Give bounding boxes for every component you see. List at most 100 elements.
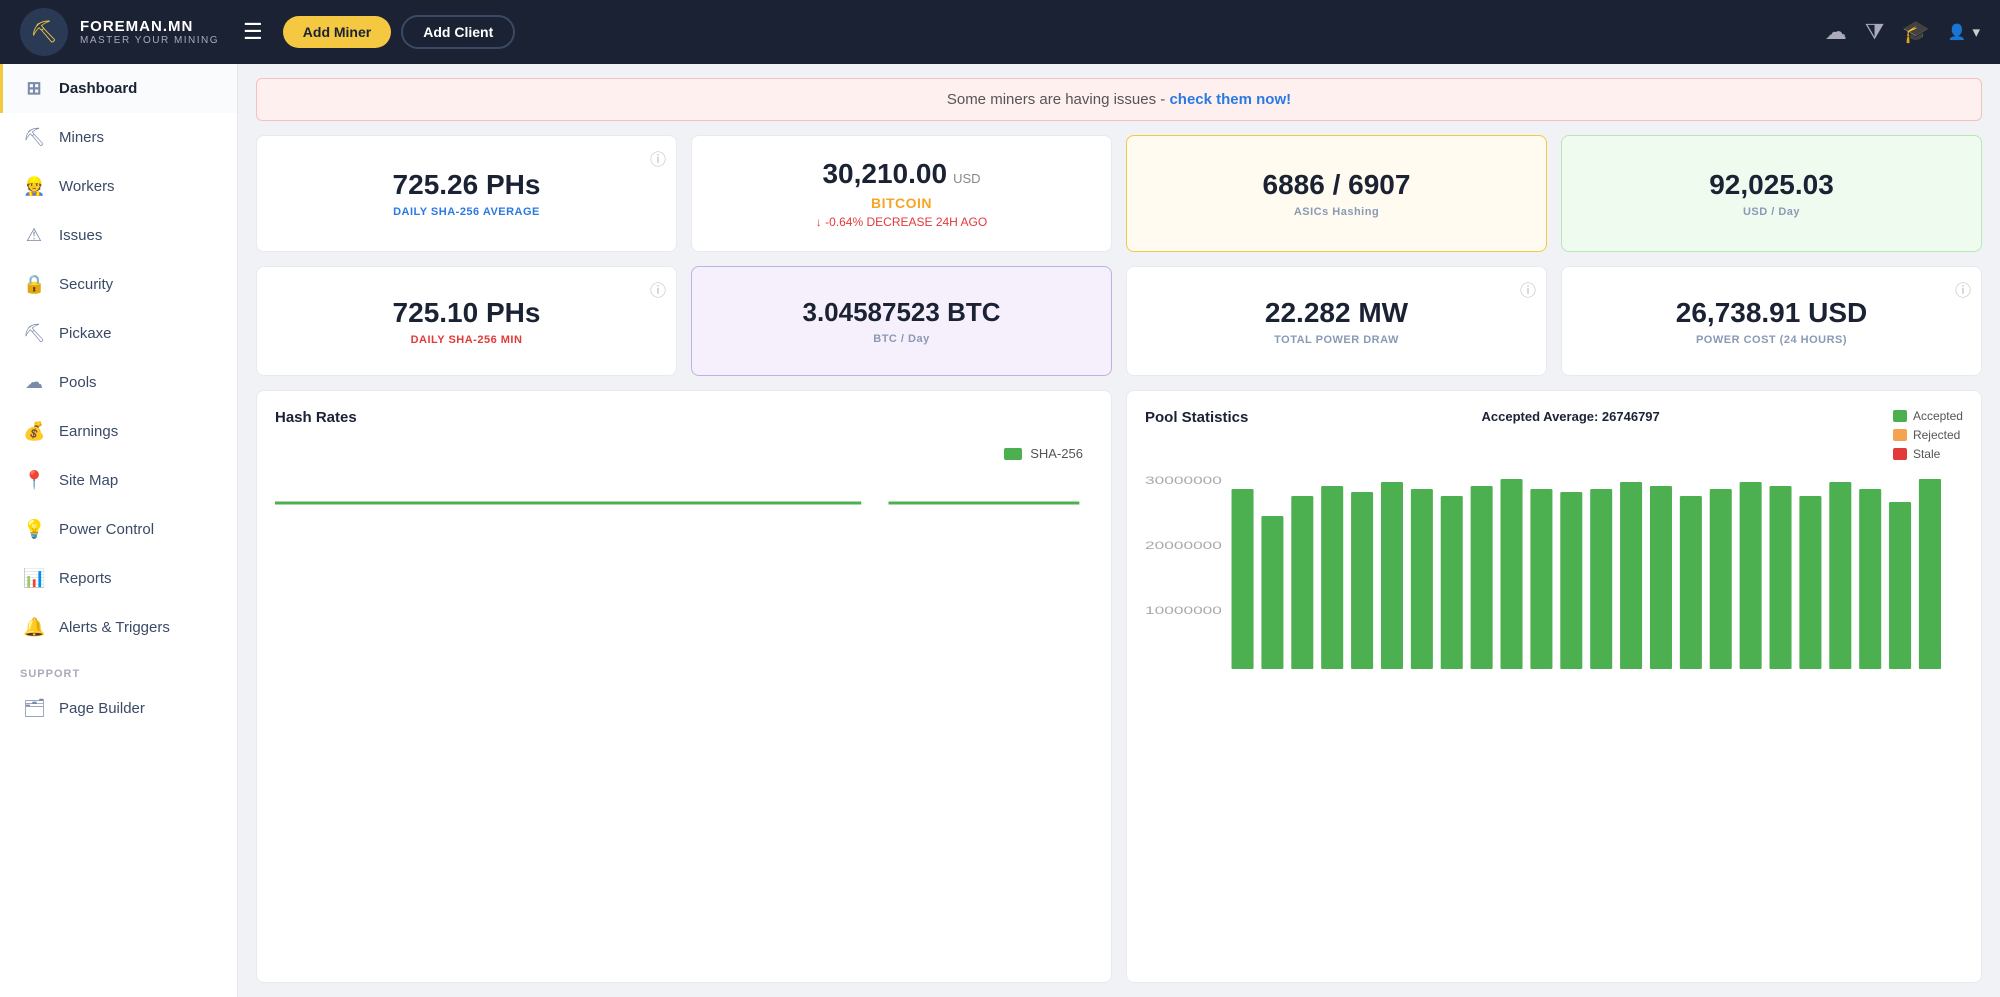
rejected-dot — [1893, 429, 1907, 441]
total-power-label: TOTAL POWER DRAW — [1274, 334, 1399, 346]
sidebar-item-workers[interactable]: 👷 Workers — [0, 162, 237, 211]
stat-asics-hashing: 6886 / 6907 ASICs Hashing — [1126, 135, 1547, 252]
sidebar-item-earnings[interactable]: 💰 Earnings — [0, 407, 237, 456]
sidebar-section-support: SUPPORT — [0, 652, 237, 684]
bitcoin-price-unit: USD — [953, 171, 980, 186]
rejected-label: Rejected — [1913, 428, 1960, 442]
asics-label: ASICs Hashing — [1294, 206, 1379, 218]
user-avatar-icon: 👤 — [1948, 23, 1967, 41]
pool-legend: Accepted Rejected Stale — [1893, 409, 1963, 461]
logo: ⛏ FOREMAN.MN MASTER YOUR MINING — [20, 8, 219, 56]
sidebar-item-pickaxe[interactable]: ⛏ Pickaxe — [0, 309, 237, 358]
stat-sha256-min: ⓘ 725.10 PHs DAILY SHA-256 MIN — [256, 266, 677, 376]
sitemap-icon: 📍 — [23, 470, 45, 491]
hashrate-chart-card: Hash Rates SHA-256 — [256, 390, 1112, 983]
usd-day-value: 92,025.03 — [1709, 169, 1834, 201]
sidebar-item-sitemap[interactable]: 📍 Site Map — [0, 456, 237, 505]
pool-chart-header: Pool Statistics Accepted Average: 267467… — [1145, 409, 1963, 461]
sidebar-label-sitemap: Site Map — [59, 472, 118, 489]
bitcoin-price-value: 30,210.00 — [822, 158, 947, 190]
alert-text: Some miners are having issues - — [947, 91, 1170, 108]
accepted-dot — [1893, 410, 1907, 422]
legend-accepted: Accepted — [1893, 409, 1963, 423]
security-icon: 🔒 — [23, 274, 45, 295]
sha256-min-value: 725.10 PHs — [393, 297, 541, 329]
legend-stale: Stale — [1893, 447, 1963, 461]
sidebar-label-reports: Reports — [59, 570, 112, 587]
sha256-min-label: DAILY SHA-256 MIN — [411, 334, 523, 346]
accepted-label: Accepted — [1913, 409, 1963, 423]
power-cost-value: 26,738.91 USD — [1676, 297, 1867, 329]
pool-accepted-avg: Accepted Average: 26746797 — [1482, 409, 1660, 424]
pool-bars-svg: 30000000 20000000 10000000 — [1145, 469, 1963, 689]
hashrate-chart-title: Hash Rates — [275, 409, 1093, 426]
sidebar-item-page-builder[interactable]: 🗂 Page Builder — [0, 684, 237, 733]
hashrate-svg — [275, 438, 1093, 558]
dashboard-icon: ⊞ — [23, 78, 45, 99]
sidebar-label-workers: Workers — [59, 178, 115, 195]
sha256-avg-label: DAILY SHA-256 AVERAGE — [393, 206, 540, 218]
sidebar-item-security[interactable]: 🔒 Security — [0, 260, 237, 309]
sidebar: ⊞ Dashboard ⛏ Miners 👷 Workers ⚠ Issues … — [0, 64, 238, 997]
sidebar-label-security: Security — [59, 276, 113, 293]
charts-row: Hash Rates SHA-256 Pool Statistics A — [238, 390, 2000, 997]
sidebar-label-page-builder: Page Builder — [59, 700, 145, 717]
filter-icon[interactable]: ⧩ — [1865, 19, 1885, 45]
stale-label: Stale — [1913, 447, 1940, 461]
stat-btc-day: 3.04587523 BTC BTC / Day — [691, 266, 1112, 376]
sidebar-item-miners[interactable]: ⛏ Miners — [0, 113, 237, 162]
cloud-upload-icon[interactable]: ☁ — [1825, 19, 1847, 45]
sidebar-item-power-control[interactable]: 💡 Power Control — [0, 505, 237, 554]
legend-rejected: Rejected — [1893, 428, 1963, 442]
info-icon-sha256min[interactable]: ⓘ — [650, 277, 666, 301]
alert-link[interactable]: check them now! — [1169, 91, 1291, 108]
add-miner-button[interactable]: Add Miner — [283, 16, 391, 48]
btc-day-label: BTC / Day — [873, 333, 929, 345]
sidebar-label-alerts: Alerts & Triggers — [59, 619, 170, 636]
user-menu[interactable]: 👤 ▾ — [1948, 23, 1980, 41]
info-icon-sha256avg[interactable]: ⓘ — [650, 146, 666, 170]
user-dropdown-icon: ▾ — [1972, 23, 1980, 41]
info-icon-power-cost[interactable]: ⓘ — [1955, 277, 1971, 301]
btc-day-value: 3.04587523 BTC — [802, 297, 1000, 328]
sidebar-item-issues[interactable]: ⚠ Issues — [0, 211, 237, 260]
workers-icon: 👷 — [23, 176, 45, 197]
miners-icon: ⛏ — [23, 127, 45, 148]
svg-text:10000000: 10000000 — [1145, 605, 1222, 617]
sidebar-item-dashboard[interactable]: ⊞ Dashboard — [0, 64, 237, 113]
sidebar-label-dashboard: Dashboard — [59, 80, 137, 97]
sidebar-item-alerts[interactable]: 🔔 Alerts & Triggers — [0, 603, 237, 652]
graduate-icon[interactable]: 🎓 — [1902, 19, 1929, 45]
add-client-button[interactable]: Add Client — [401, 15, 515, 49]
stats-grid: ⓘ 725.26 PHs DAILY SHA-256 AVERAGE 30,21… — [238, 121, 2000, 390]
bitcoin-label: BITCOIN — [871, 195, 932, 211]
svg-text:30000000: 30000000 — [1145, 475, 1222, 487]
pools-icon: ☁ — [23, 372, 45, 393]
usd-day-label: USD / Day — [1743, 206, 1800, 218]
layout: ⊞ Dashboard ⛏ Miners 👷 Workers ⚠ Issues … — [0, 64, 2000, 997]
total-power-value: 22.282 MW — [1265, 297, 1408, 329]
stat-usd-day: 92,025.03 USD / Day — [1561, 135, 1982, 252]
earnings-icon: 💰 — [23, 421, 45, 442]
sidebar-item-pools[interactable]: ☁ Pools — [0, 358, 237, 407]
asics-value: 6886 / 6907 — [1263, 169, 1411, 201]
pickaxe-icon: ⛏ — [23, 323, 45, 344]
sidebar-label-earnings: Earnings — [59, 423, 118, 440]
brand-name: FOREMAN.MN — [80, 18, 219, 35]
topnav: ⛏ FOREMAN.MN MASTER YOUR MINING ☰ Add Mi… — [0, 0, 2000, 64]
sidebar-label-power-control: Power Control — [59, 521, 154, 538]
logo-icon: ⛏ — [20, 8, 68, 56]
reports-icon: 📊 — [23, 568, 45, 589]
power-cost-label: POWER COST (24 HOURS) — [1696, 334, 1847, 346]
info-icon-power[interactable]: ⓘ — [1520, 277, 1536, 301]
logo-text: FOREMAN.MN MASTER YOUR MINING — [80, 18, 219, 46]
menu-hamburger-icon[interactable]: ☰ — [243, 19, 263, 45]
svg-text:20000000: 20000000 — [1145, 540, 1222, 552]
sidebar-label-miners: Miners — [59, 129, 104, 146]
sidebar-item-reports[interactable]: 📊 Reports — [0, 554, 237, 603]
brand-tagline: MASTER YOUR MINING — [80, 35, 219, 46]
stat-power-cost: ⓘ 26,738.91 USD POWER COST (24 HOURS) — [1561, 266, 1982, 376]
hashrate-chart-area: SHA-256 — [275, 438, 1093, 964]
issues-icon: ⚠ — [23, 225, 45, 246]
sha256-legend-box — [1004, 448, 1022, 460]
